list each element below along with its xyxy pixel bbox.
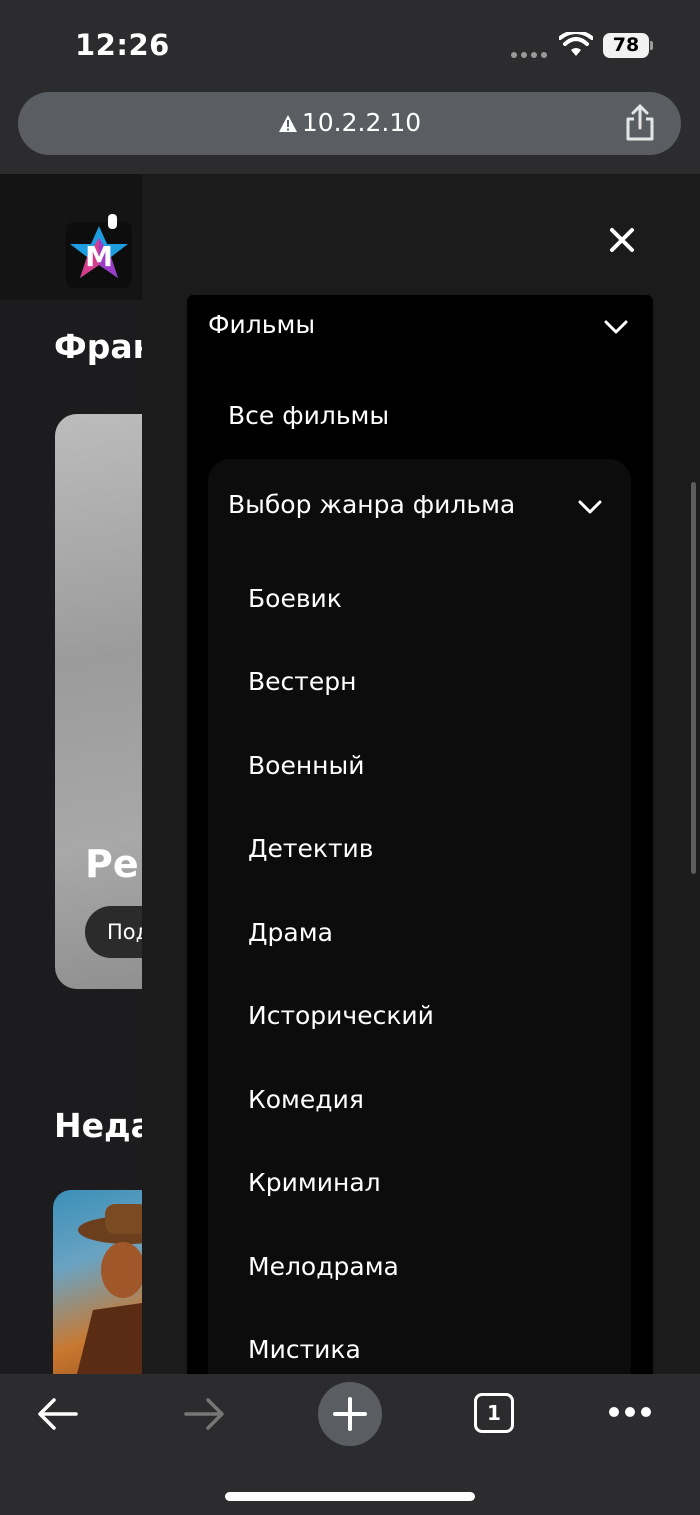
cellular-signal-icon <box>511 42 549 58</box>
plus-icon <box>333 1397 367 1431</box>
genre-item[interactable]: Мистика <box>208 1320 674 1380</box>
home-indicator <box>225 1492 475 1501</box>
wifi-icon <box>559 32 593 56</box>
address-content: 10.2.2.10 <box>18 108 681 137</box>
menu-films-label: Фильмы <box>208 310 316 339</box>
chevron-down-icon <box>578 500 602 514</box>
genre-submenu: Выбор жанра фильма Боевик Вестерн Военны… <box>208 459 631 1419</box>
page-scrollbar[interactable] <box>691 482 696 874</box>
promo-title: Ре <box>85 842 139 886</box>
menu-panel: Фильмы Все фильмы Выбор жанра фильма Бое… <box>187 295 653 1419</box>
back-arrow-icon[interactable] <box>36 1396 80 1432</box>
url-text: 10.2.2.10 <box>301 108 422 137</box>
section-title: Неда <box>54 1106 153 1145</box>
share-icon[interactable] <box>623 104 657 142</box>
new-tab-button[interactable] <box>318 1382 382 1446</box>
status-time: 12:26 <box>75 28 170 62</box>
address-bar[interactable]: 10.2.2.10 <box>18 92 681 155</box>
warning-icon <box>278 115 297 132</box>
menu-genre-select[interactable]: Выбор жанра фильма <box>208 475 631 535</box>
nav-menu-overlay: Фильмы Все фильмы Выбор жанра фильма Бое… <box>142 174 700 1419</box>
menu-films[interactable]: Фильмы <box>187 295 653 355</box>
menu-all-films[interactable]: Все фильмы <box>187 386 653 446</box>
genre-item[interactable]: Комедия <box>208 1070 674 1130</box>
status-bar: 12:26 78 <box>0 0 700 92</box>
genre-item[interactable]: Детектив <box>208 819 674 879</box>
close-icon[interactable] <box>604 222 640 258</box>
battery-indicator: 78 <box>603 33 649 58</box>
genre-item[interactable]: Вестерн <box>208 652 674 712</box>
genre-item[interactable]: Драма <box>208 903 674 963</box>
genre-item[interactable]: Мелодрама <box>208 1237 674 1297</box>
battery-cap <box>650 41 653 50</box>
more-icon[interactable] <box>608 1406 652 1418</box>
chevron-down-icon <box>604 320 628 334</box>
genre-item[interactable]: Исторический <box>208 986 674 1046</box>
genre-item[interactable]: Криминал <box>208 1153 674 1213</box>
tabs-button[interactable]: 1 <box>474 1393 514 1433</box>
svg-text:M: M <box>85 240 113 273</box>
forward-arrow-icon[interactable] <box>182 1396 226 1432</box>
genre-item[interactable]: Военный <box>208 736 674 796</box>
section-title: Фран <box>54 327 156 366</box>
browser-toolbar: 1 <box>0 1374 700 1515</box>
genre-item[interactable]: Боевик <box>208 569 674 629</box>
site-logo[interactable]: M <box>64 214 134 289</box>
browser-top-bar: 10.2.2.10 <box>0 92 700 174</box>
genre-select-label: Выбор жанра фильма <box>228 490 516 519</box>
